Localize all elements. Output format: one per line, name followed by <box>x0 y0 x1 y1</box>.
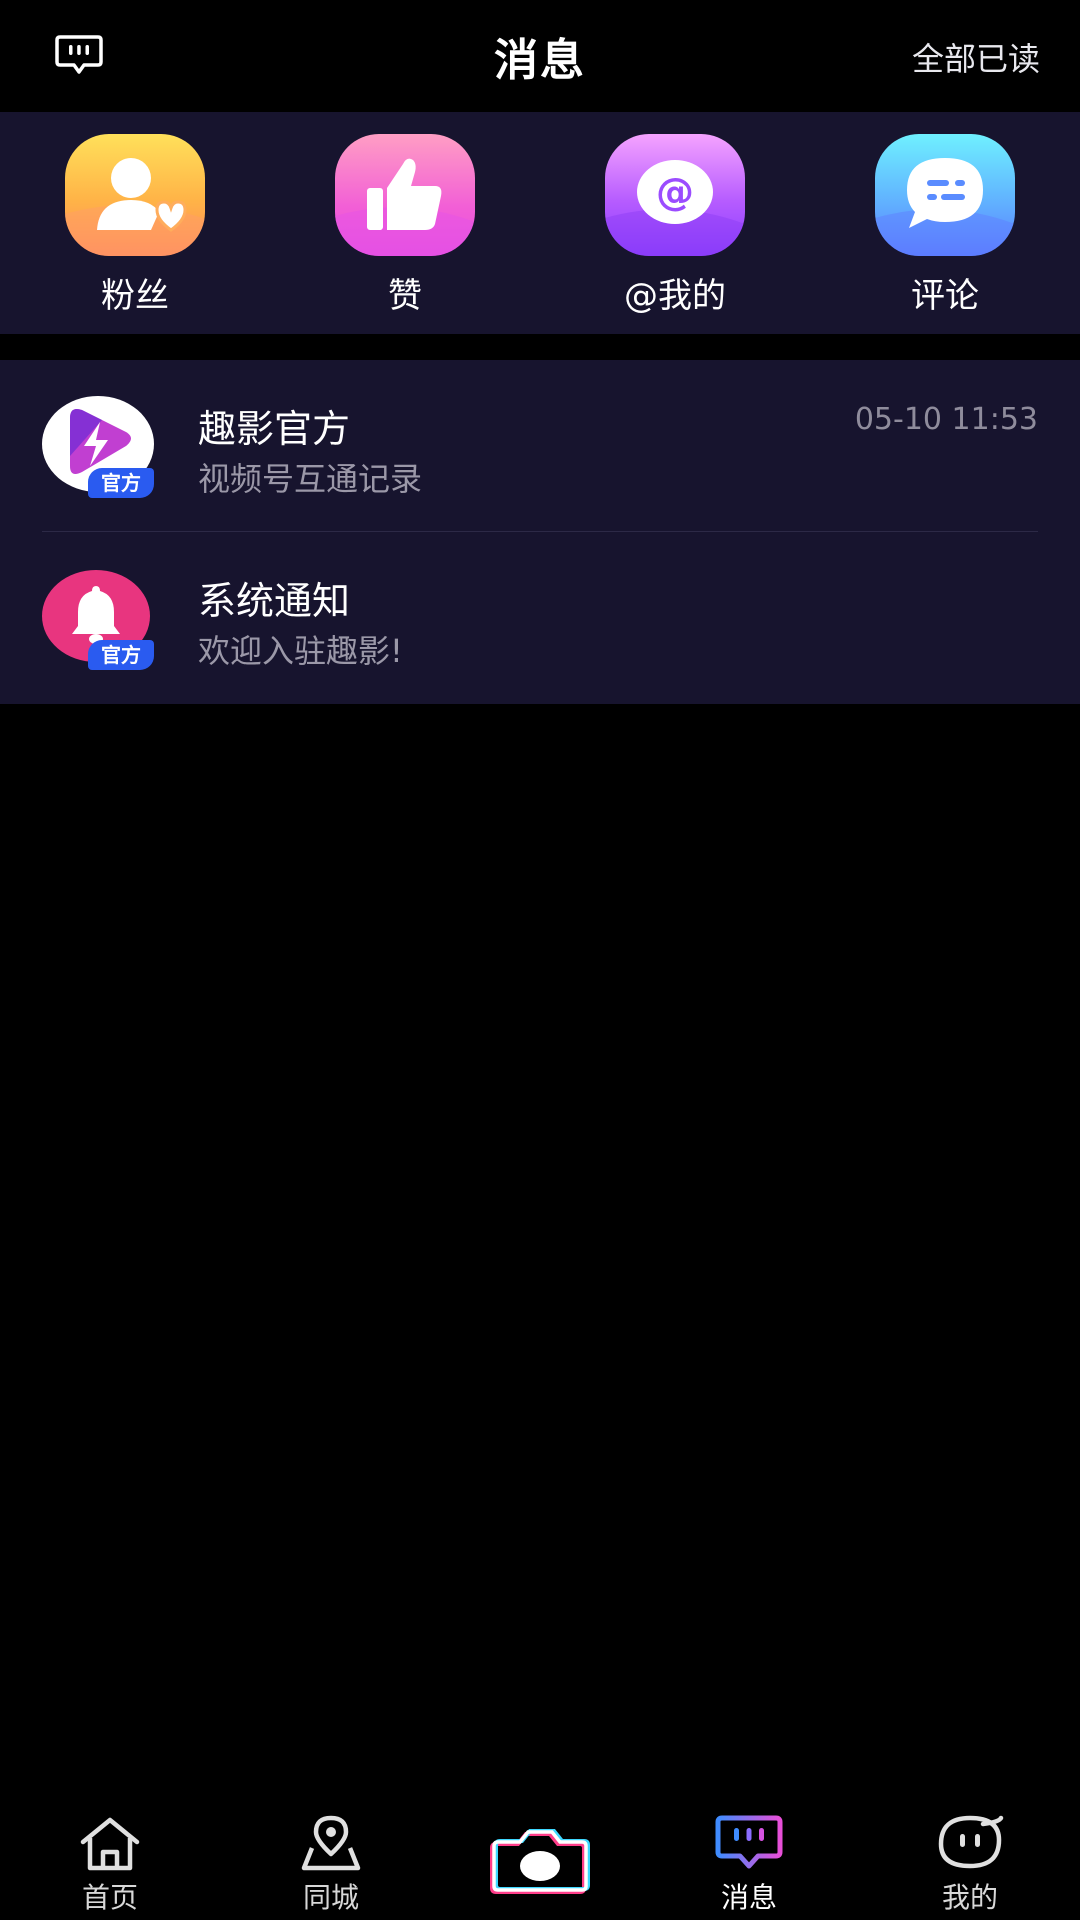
mention-icon: @ <box>605 134 745 256</box>
nav-label: 首页 <box>81 1881 138 1914</box>
conversation-preview: 欢迎入驻趣影! <box>198 632 403 670</box>
profile-icon <box>938 1815 1004 1869</box>
shortcut-fans[interactable]: 粉丝 <box>45 134 225 317</box>
list-item[interactable]: 官方 趣影官方 视频号互通记录 05-10 11:53 <box>0 360 1080 532</box>
mark-all-read-button[interactable]: 全部已读 <box>912 34 1040 80</box>
nav-label: 消息 <box>720 1881 777 1914</box>
nav-item-profile[interactable]: 我的 <box>890 1814 1050 1916</box>
home-icon <box>80 1817 140 1871</box>
official-badge: 官方 <box>88 468 154 498</box>
nav-item-messages[interactable]: 消息 <box>669 1814 829 1916</box>
avatar: 官方 <box>42 568 154 670</box>
shortcut-label: 粉丝 <box>101 276 169 316</box>
bottom-nav: 首页 同城 消息 我的 <box>0 1800 1080 1920</box>
conversation-list: 官方 趣影官方 视频号互通记录 05-10 11:53 官方 系统通知 欢迎入驻… <box>0 360 1080 704</box>
nav-item-home[interactable]: 首页 <box>30 1814 190 1916</box>
shortcut-panel: 粉丝 赞 @ @我的 评论 <box>0 112 1080 334</box>
nav-item-camera[interactable] <box>460 1826 620 1896</box>
svg-text:@: @ <box>656 170 694 214</box>
conversation-name: 趣影官方 <box>198 407 351 451</box>
shortcut-label: @我的 <box>624 276 726 316</box>
message-icon <box>715 1815 783 1869</box>
conversation-preview: 视频号互通记录 <box>198 460 423 498</box>
official-badge: 官方 <box>88 640 154 670</box>
shortcut-label: 赞 <box>388 276 422 316</box>
thumbs-up-icon <box>335 134 475 256</box>
shortcut-mentions[interactable]: @ @我的 <box>585 134 765 317</box>
comment-icon <box>875 134 1015 256</box>
top-header: 消息 全部已读 <box>0 0 1080 112</box>
shortcut-label: 评论 <box>911 276 979 316</box>
location-icon <box>301 1815 361 1871</box>
camera-icon <box>490 1829 590 1894</box>
nav-label: 我的 <box>941 1881 998 1914</box>
nav-item-local[interactable]: 同城 <box>251 1814 411 1916</box>
fans-icon <box>65 134 205 256</box>
conversation-time: 05-10 11:53 <box>854 402 1038 437</box>
shortcut-likes[interactable]: 赞 <box>315 134 495 317</box>
conversation-name: 系统通知 <box>198 579 351 623</box>
shortcut-comments[interactable]: 评论 <box>855 134 1035 317</box>
avatar: 官方 <box>42 396 154 498</box>
list-item[interactable]: 官方 系统通知 欢迎入驻趣影! <box>0 532 1080 704</box>
nav-label: 同城 <box>302 1881 359 1914</box>
